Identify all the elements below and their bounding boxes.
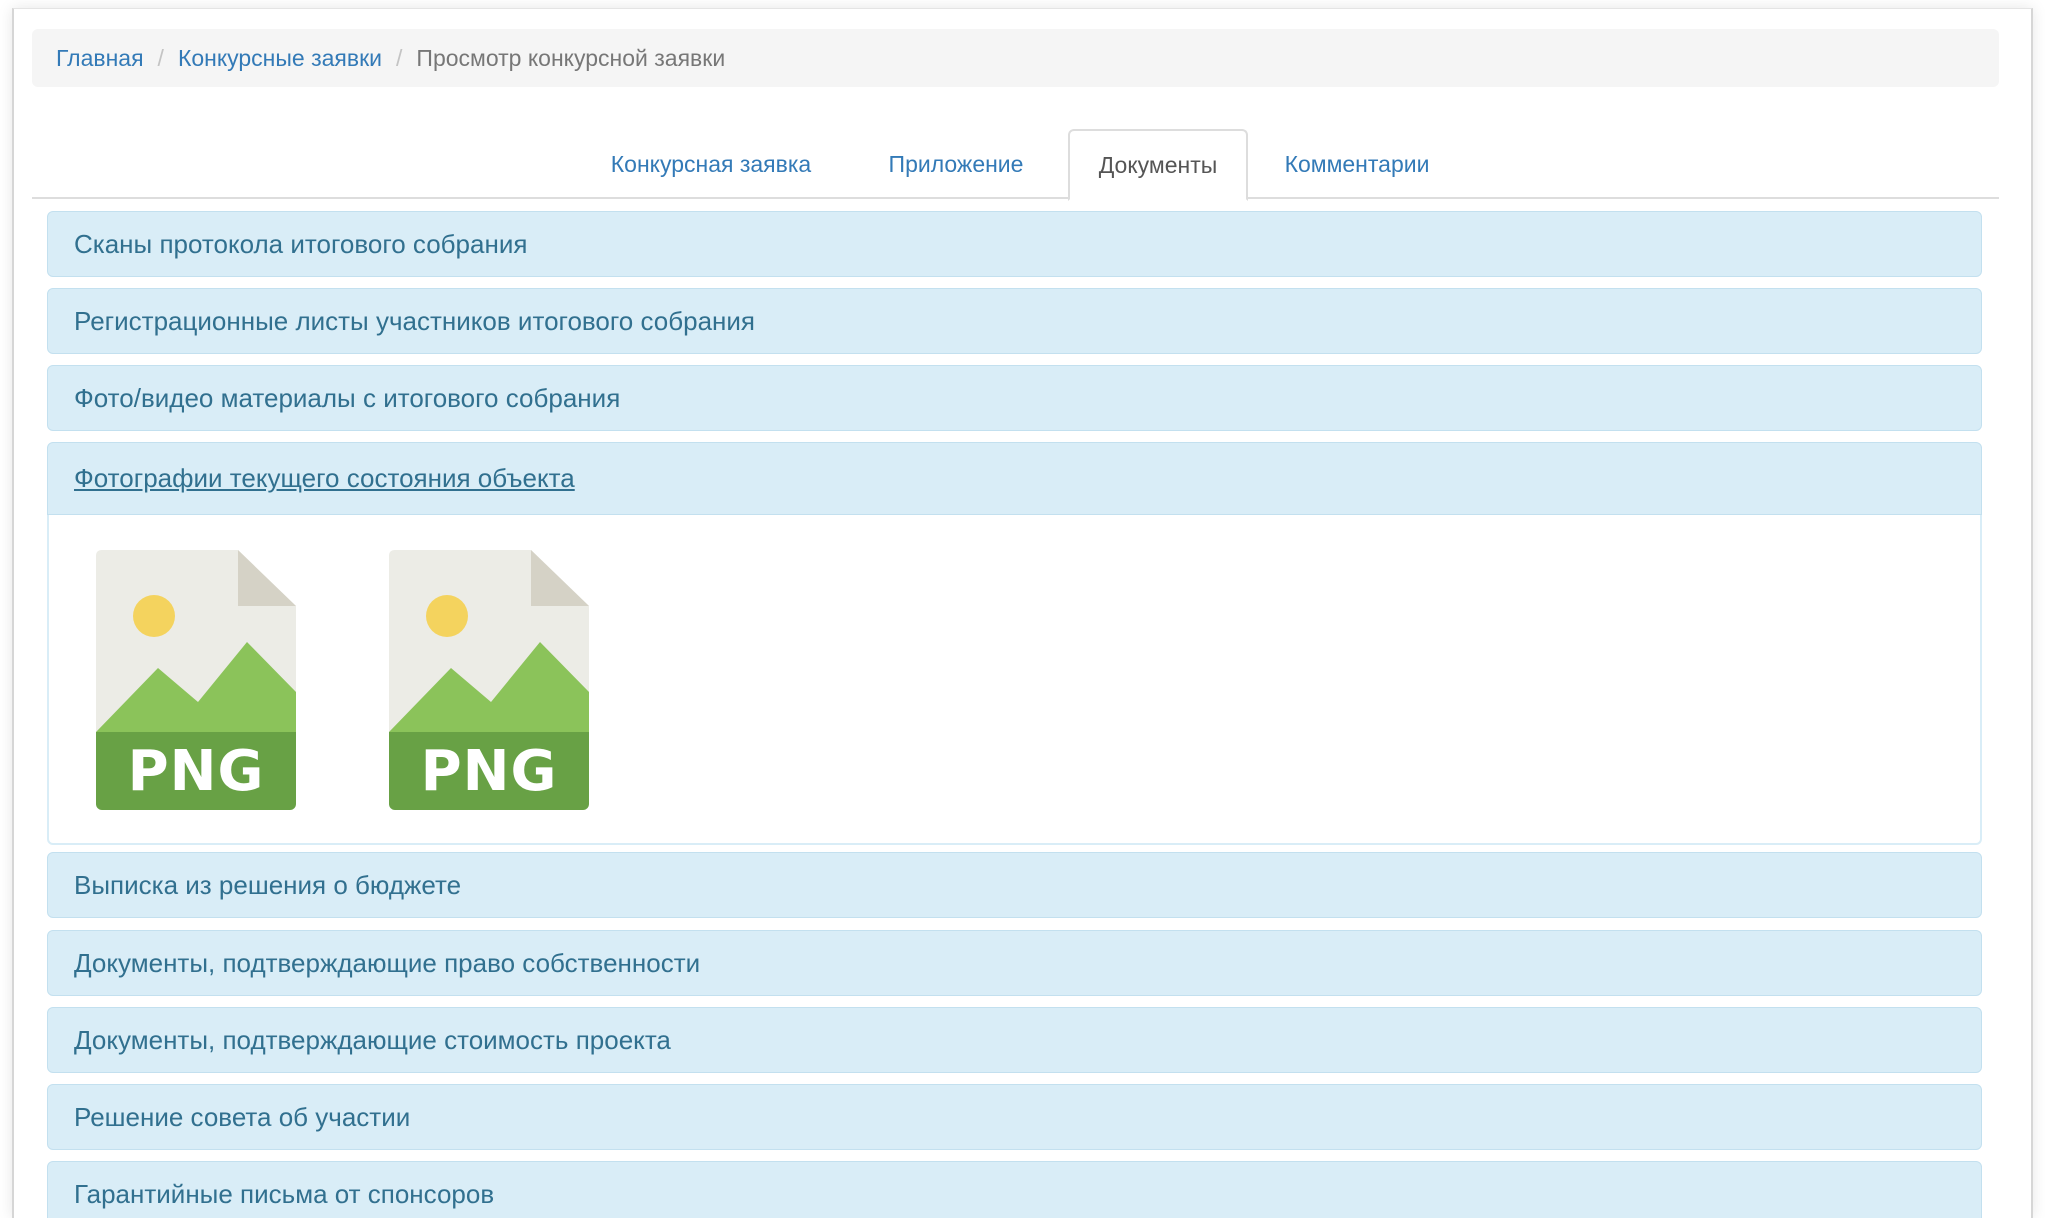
panel-protocol-scans[interactable]: Сканы протокола итогового собрания <box>47 211 1982 277</box>
breadcrumb-current: Просмотр конкурсной заявки <box>416 44 726 71</box>
panel-title: Фотографии текущего состояния объекта <box>74 463 575 493</box>
breadcrumb-home-link[interactable]: Главная <box>56 45 144 72</box>
png-file-icon[interactable]: PNG <box>389 550 589 810</box>
file-type-label: PNG <box>389 732 589 810</box>
tab-appendix[interactable]: Приложение <box>874 129 1038 199</box>
tab-comments[interactable]: Комментарии <box>1272 129 1442 199</box>
panel-sponsor-letters[interactable]: Гарантийные письма от спонсоров <box>47 1161 1982 1218</box>
panel-title: Гарантийные письма от спонсоров <box>74 1178 495 1209</box>
panel-ownership-documents[interactable]: Документы, подтверждающие право собствен… <box>47 930 1982 996</box>
tab-application[interactable]: Конкурсная заявка <box>598 129 824 199</box>
panel-title: Решение совета об участии <box>74 1101 411 1132</box>
file-type-label: PNG <box>96 732 296 810</box>
breadcrumb: Главная / Конкурсные заявки / Просмотр к… <box>32 29 1999 87</box>
panel-title: Документы, подтверждающие стоимость прое… <box>74 1024 671 1055</box>
panel-registration-sheets[interactable]: Регистрационные листы участников итогово… <box>47 288 1982 354</box>
panel-object-photos-body: PNG PNG <box>47 515 1982 845</box>
tab-documents[interactable]: Документы <box>1068 129 1248 201</box>
breadcrumb-separator: / <box>396 44 403 71</box>
panel-title: Сканы протокола итогового собрания <box>74 228 528 259</box>
panel-object-photos[interactable]: Фотографии текущего состояния объекта <box>47 442 1982 515</box>
panel-photo-video[interactable]: Фото/видео материалы с итогового собрани… <box>47 365 1982 431</box>
panel-title: Документы, подтверждающие право собствен… <box>74 947 701 978</box>
breadcrumb-applications-link[interactable]: Конкурсные заявки <box>178 45 382 72</box>
panel-title: Фото/видео материалы с итогового собрани… <box>74 382 621 413</box>
panel-council-decision[interactable]: Решение совета об участии <box>47 1084 1982 1150</box>
page-frame: Главная / Конкурсные заявки / Просмотр к… <box>12 8 2033 1218</box>
panel-title: Выписка из решения о бюджете <box>74 869 462 900</box>
tab-bar: Конкурсная заявка Приложение Документы К… <box>32 127 1999 201</box>
breadcrumb-separator: / <box>157 44 164 71</box>
png-file-icon[interactable]: PNG <box>96 550 296 810</box>
panel-title: Регистрационные листы участников итогово… <box>74 305 756 336</box>
panel-cost-documents[interactable]: Документы, подтверждающие стоимость прое… <box>47 1007 1982 1073</box>
panel-budget-extract[interactable]: Выписка из решения о бюджете <box>47 852 1982 918</box>
